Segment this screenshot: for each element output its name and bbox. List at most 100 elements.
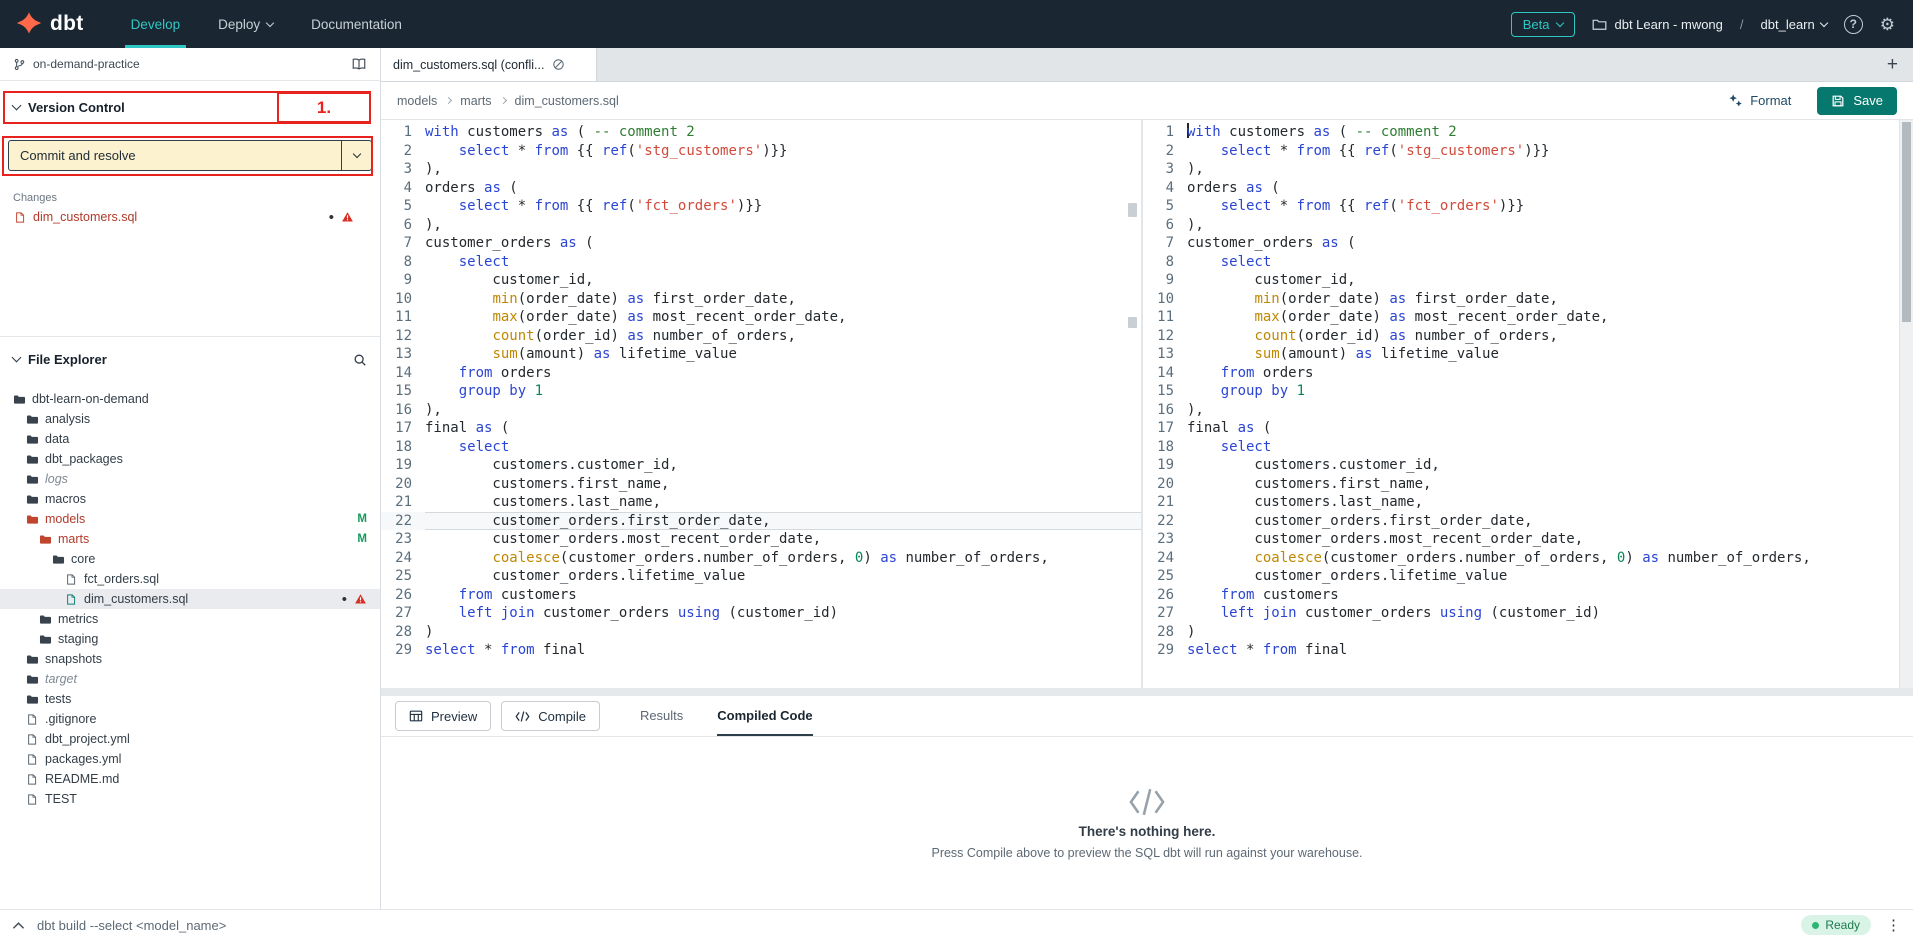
tab-dim-customers[interactable]: dim_customers.sql (confli...: [381, 48, 597, 81]
code-line-1[interactable]: 1with customers as ( -- comment 2: [1143, 123, 1899, 142]
code-line-17[interactable]: 17final as (: [381, 419, 1141, 438]
code-line-11[interactable]: 11 max(order_date) as most_recent_order_…: [381, 308, 1141, 327]
version-control-header[interactable]: Version Control: [0, 92, 380, 122]
code-line-20[interactable]: 20 customers.first_name,: [1143, 475, 1899, 494]
scroll-marker[interactable]: [1128, 317, 1137, 328]
code-line-18[interactable]: 18 select: [381, 438, 1141, 457]
code-line-18[interactable]: 18 select: [1143, 438, 1899, 457]
tree-item-.gitignore[interactable]: .gitignore: [0, 709, 380, 729]
tree-item-logs[interactable]: logs: [0, 469, 380, 489]
code-line-5[interactable]: 5 select * from {{ ref('fct_orders')}}: [1143, 197, 1899, 216]
settings-gear-icon[interactable]: ⚙: [1880, 16, 1895, 33]
tree-item-TEST[interactable]: TEST: [0, 789, 380, 809]
new-tab-icon[interactable]: +: [1872, 48, 1913, 81]
code-line-13[interactable]: 13 sum(amount) as lifetime_value: [1143, 345, 1899, 364]
code-line-17[interactable]: 17final as (: [1143, 419, 1899, 438]
project-selector[interactable]: dbt_learn: [1761, 17, 1827, 32]
tree-item-tests[interactable]: tests: [0, 689, 380, 709]
code-line-23[interactable]: 23 customer_orders.most_recent_order_dat…: [1143, 530, 1899, 549]
docs-book-icon[interactable]: [351, 57, 367, 71]
code-line-16[interactable]: 16),: [1143, 401, 1899, 420]
code-line-29[interactable]: 29select * from final: [1143, 641, 1899, 660]
code-line-15[interactable]: 15 group by 1: [1143, 382, 1899, 401]
code-line-4[interactable]: 4orders as (: [381, 179, 1141, 198]
beta-toggle[interactable]: Beta: [1511, 12, 1575, 37]
code-line-14[interactable]: 14 from orders: [381, 364, 1141, 383]
help-icon[interactable]: ?: [1844, 15, 1863, 34]
file-explorer-header[interactable]: File Explorer: [0, 336, 380, 374]
code-line-29[interactable]: 29select * from final: [381, 641, 1141, 660]
code-line-2[interactable]: 2 select * from {{ ref('stg_customers')}…: [381, 142, 1141, 161]
editor-scrollbar[interactable]: [1899, 120, 1913, 688]
tree-item-dbt-learn-on-demand[interactable]: dbt-learn-on-demand: [0, 389, 380, 409]
code-line-9[interactable]: 9 customer_id,: [381, 271, 1141, 290]
tree-item-data[interactable]: data: [0, 429, 380, 449]
changed-file-dim_customers.sql[interactable]: dim_customers.sql•: [0, 208, 380, 226]
code-line-6[interactable]: 6),: [381, 216, 1141, 235]
code-line-28[interactable]: 28): [381, 623, 1141, 642]
breadcrumb-models[interactable]: models: [397, 94, 437, 108]
code-line-26[interactable]: 26 from customers: [1143, 586, 1899, 605]
code-line-9[interactable]: 9 customer_id,: [1143, 271, 1899, 290]
dbt-logo[interactable]: dbt: [0, 0, 112, 48]
account-selector[interactable]: dbt Learn - mwong: [1592, 17, 1723, 32]
code-line-22[interactable]: 22 customer_orders.first_order_date,: [381, 512, 1141, 531]
tree-item-models[interactable]: modelsM: [0, 509, 380, 529]
tree-item-staging[interactable]: staging: [0, 629, 380, 649]
code-line-7[interactable]: 7customer_orders as (: [1143, 234, 1899, 253]
code-line-24[interactable]: 24 coalesce(customer_orders.number_of_or…: [381, 549, 1141, 568]
tab-compiled-code[interactable]: Compiled Code: [717, 696, 812, 736]
code-line-19[interactable]: 19 customers.customer_id,: [381, 456, 1141, 475]
tree-item-dbt_packages[interactable]: dbt_packages: [0, 449, 380, 469]
code-line-20[interactable]: 20 customers.first_name,: [381, 475, 1141, 494]
search-icon[interactable]: [353, 353, 367, 367]
code-line-5[interactable]: 5 select * from {{ ref('fct_orders')}}: [381, 197, 1141, 216]
kebab-menu-icon[interactable]: ⋮: [1886, 916, 1901, 934]
code-line-7[interactable]: 7customer_orders as (: [381, 234, 1141, 253]
code-line-11[interactable]: 11 max(order_date) as most_recent_order_…: [1143, 308, 1899, 327]
tree-item-packages.yml[interactable]: packages.yml: [0, 749, 380, 769]
save-button[interactable]: Save: [1817, 87, 1897, 115]
tree-item-analysis[interactable]: analysis: [0, 409, 380, 429]
tree-item-metrics[interactable]: metrics: [0, 609, 380, 629]
code-line-21[interactable]: 21 customers.last_name,: [381, 493, 1141, 512]
tree-item-README.md[interactable]: README.md: [0, 769, 380, 789]
code-line-23[interactable]: 23 customer_orders.most_recent_order_dat…: [381, 530, 1141, 549]
nav-develop[interactable]: Develop: [112, 0, 200, 48]
nav-documentation[interactable]: Documentation: [292, 0, 421, 48]
code-line-4[interactable]: 4orders as (: [1143, 179, 1899, 198]
tree-item-target[interactable]: target: [0, 669, 380, 689]
code-line-3[interactable]: 3),: [1143, 160, 1899, 179]
code-line-28[interactable]: 28): [1143, 623, 1899, 642]
tree-item-snapshots[interactable]: snapshots: [0, 649, 380, 669]
code-line-15[interactable]: 15 group by 1: [381, 382, 1141, 401]
tab-results[interactable]: Results: [640, 696, 683, 736]
tree-item-fct_orders.sql[interactable]: fct_orders.sql: [0, 569, 380, 589]
editor-pane-left[interactable]: 1with customers as ( -- comment 22 selec…: [381, 120, 1141, 688]
panel-divider[interactable]: [381, 688, 1913, 696]
code-line-25[interactable]: 25 customer_orders.lifetime_value: [381, 567, 1141, 586]
code-line-6[interactable]: 6),: [1143, 216, 1899, 235]
code-line-16[interactable]: 16),: [381, 401, 1141, 420]
code-line-3[interactable]: 3),: [381, 160, 1141, 179]
code-line-8[interactable]: 8 select: [381, 253, 1141, 272]
command-input[interactable]: dbt build --select <model_name>: [37, 918, 226, 933]
code-line-22[interactable]: 22 customer_orders.first_order_date,: [1143, 512, 1899, 531]
code-line-1[interactable]: 1with customers as ( -- comment 2: [381, 123, 1141, 142]
code-line-25[interactable]: 25 customer_orders.lifetime_value: [1143, 567, 1899, 586]
code-line-27[interactable]: 27 left join customer_orders using (cust…: [381, 604, 1141, 623]
code-line-13[interactable]: 13 sum(amount) as lifetime_value: [381, 345, 1141, 364]
code-line-21[interactable]: 21 customers.last_name,: [1143, 493, 1899, 512]
code-line-2[interactable]: 2 select * from {{ ref('stg_customers')}…: [1143, 142, 1899, 161]
code-line-19[interactable]: 19 customers.customer_id,: [1143, 456, 1899, 475]
tree-item-macros[interactable]: macros: [0, 489, 380, 509]
format-button[interactable]: Format: [1728, 93, 1791, 108]
code-line-14[interactable]: 14 from orders: [1143, 364, 1899, 383]
compile-button[interactable]: Compile: [501, 701, 600, 731]
code-line-12[interactable]: 12 count(order_id) as number_of_orders,: [1143, 327, 1899, 346]
code-line-27[interactable]: 27 left join customer_orders using (cust…: [1143, 604, 1899, 623]
code-line-10[interactable]: 10 min(order_date) as first_order_date,: [1143, 290, 1899, 309]
code-line-8[interactable]: 8 select: [1143, 253, 1899, 272]
code-line-12[interactable]: 12 count(order_id) as number_of_orders,: [381, 327, 1141, 346]
code-line-10[interactable]: 10 min(order_date) as first_order_date,: [381, 290, 1141, 309]
